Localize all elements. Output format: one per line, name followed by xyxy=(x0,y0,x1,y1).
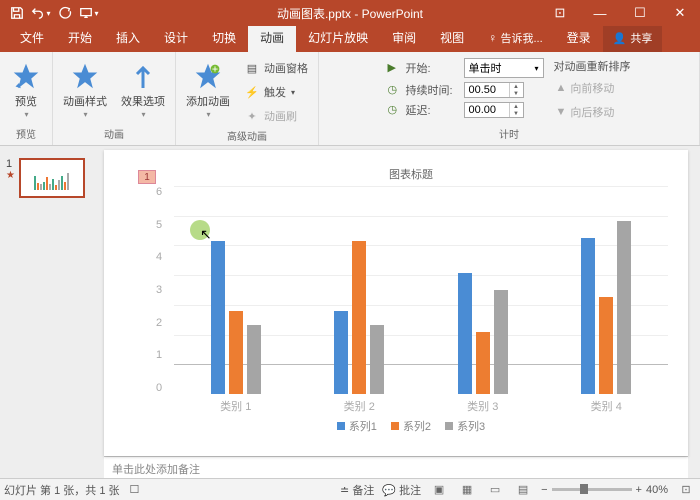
quick-access-toolbar: ▾ ▾ xyxy=(0,2,106,24)
group-label-timing: 计时 xyxy=(499,124,519,143)
y-axis: 0123456 xyxy=(156,186,162,394)
pane-icon: ▤ xyxy=(244,60,260,76)
group-animation: 动画样式▾ 效果选项▾ 动画 xyxy=(53,52,176,145)
x-axis: 类别 1类别 2类别 3类别 4 xyxy=(174,394,668,414)
save-button[interactable] xyxy=(6,2,28,24)
undo-button[interactable]: ▾ xyxy=(30,2,52,24)
slideshow-button[interactable]: ▾ xyxy=(78,2,100,24)
clock-icon: ◷ xyxy=(388,83,402,97)
minimize-button[interactable]: ― xyxy=(580,0,620,26)
slide-thumbnail-1[interactable] xyxy=(19,158,85,198)
tab-view[interactable]: 视图 xyxy=(428,24,476,52)
notes-button[interactable]: ≐ 备注 xyxy=(340,482,374,498)
chart[interactable]: 图表标题 0123456 类别 1类别 2类别 3类别 4 系列1系列2系列3 xyxy=(154,162,668,438)
reading-view-button[interactable]: ▭ xyxy=(485,482,505,498)
close-button[interactable]: ✕ xyxy=(660,0,700,26)
group-timing: ▶ 开始:单击时▾ ◷ 持续时间:00.50▲▼ ◷ 延迟:00.00▲▼ 对动画重新… xyxy=(319,52,700,145)
delay-input[interactable]: 00.00▲▼ xyxy=(464,102,524,118)
chart-bars xyxy=(174,186,668,394)
duration-label: 持续时间: xyxy=(406,82,460,98)
trigger-icon: ⚡ xyxy=(244,84,260,100)
down-icon: ▼ xyxy=(556,106,567,118)
chart-plot: 0123456 类别 1类别 2类别 3类别 4 xyxy=(174,186,668,414)
zoom-control[interactable]: −+40% xyxy=(541,484,668,496)
sorter-view-button[interactable]: ▦ xyxy=(457,482,477,498)
tab-review[interactable]: 审阅 xyxy=(380,24,428,52)
reorder-heading: 对动画重新排序 xyxy=(554,58,631,74)
start-label: 开始: xyxy=(406,60,460,76)
animation-painter-button[interactable]: ✦动画刷 xyxy=(242,106,310,126)
fit-button[interactable]: ⊡ xyxy=(676,482,696,498)
tab-transitions[interactable]: 切换 xyxy=(200,24,248,52)
tab-design[interactable]: 设计 xyxy=(152,24,200,52)
tab-home[interactable]: 开始 xyxy=(56,24,104,52)
ribbon: 预览▾ 预览 动画样式▾ 效果选项▾ 动画 添加动画▾ ▤动画窗格 ⚡触发▾ ✦… xyxy=(0,52,700,146)
tab-animations[interactable]: 动画 xyxy=(248,24,296,52)
animation-indicator-icon: ★ xyxy=(6,170,15,181)
group-label-adv-animation: 高级动画 xyxy=(227,126,267,145)
person-icon: 👤 xyxy=(613,32,627,45)
ribbon-tabs: 文件 开始 插入 设计 切换 动画 幻灯片放映 审阅 视图 ♀ 告诉我... 登… xyxy=(0,26,700,52)
window-controls: ⊡ ― ☐ ✕ xyxy=(540,0,700,26)
move-later-button[interactable]: ▼向后移动 xyxy=(554,102,631,122)
content-area: 1★ 1 图表标题 0123456 类别 1类别 2类别 3类别 4 系列1系列… xyxy=(0,146,700,478)
tab-file[interactable]: 文件 xyxy=(8,24,56,52)
group-label-animation: 动画 xyxy=(104,124,124,143)
painter-icon: ✦ xyxy=(244,108,260,124)
status-bar: 幻灯片 第 1 张，共 1 张 ☐ ≐ 备注 💬 批注 ▣ ▦ ▭ ▤ −+40… xyxy=(0,478,700,500)
animation-styles-button[interactable]: 动画样式▾ xyxy=(61,56,109,121)
trigger-button[interactable]: ⚡触发▾ xyxy=(242,82,310,102)
normal-view-button[interactable]: ▣ xyxy=(429,482,449,498)
clock-icon: ◷ xyxy=(388,103,402,117)
slide-canvas[interactable]: 1 图表标题 0123456 类别 1类别 2类别 3类别 4 系列1系列2系列… xyxy=(104,150,688,456)
chart-legend: 系列1系列2系列3 xyxy=(154,414,668,438)
sign-in[interactable]: 登录 xyxy=(555,24,603,52)
notes-pane[interactable]: 单击此处添加备注 xyxy=(104,456,688,478)
cursor-icon: ↖ xyxy=(200,226,212,243)
move-earlier-button[interactable]: ▲向前移动 xyxy=(554,78,631,98)
delay-label: 延迟: xyxy=(406,102,460,118)
chart-title: 图表标题 xyxy=(154,162,668,186)
tab-slideshow[interactable]: 幻灯片放映 xyxy=(296,24,380,52)
group-label-preview: 预览 xyxy=(16,124,36,143)
comments-button[interactable]: 💬 批注 xyxy=(382,482,421,498)
preview-button[interactable]: 预览▾ xyxy=(8,56,44,121)
thumb-number: 1 xyxy=(6,158,15,170)
language-icon[interactable]: ☐ xyxy=(130,483,140,496)
slide-thumbnails: 1★ xyxy=(0,146,100,478)
tell-me[interactable]: ♀ 告诉我... xyxy=(476,25,555,52)
up-icon: ▲ xyxy=(556,82,567,94)
title-bar: ▾ ▾ 动画图表.pptx - PowerPoint ⊡ ― ☐ ✕ xyxy=(0,0,700,26)
share-button[interactable]: 👤共享 xyxy=(603,25,663,52)
redo-button[interactable] xyxy=(54,2,76,24)
start-select[interactable]: 单击时▾ xyxy=(464,58,544,78)
maximize-button[interactable]: ☐ xyxy=(620,0,660,26)
slideshow-view-button[interactable]: ▤ xyxy=(513,482,533,498)
slide-editor: 1 图表标题 0123456 类别 1类别 2类别 3类别 4 系列1系列2系列… xyxy=(100,146,700,478)
duration-input[interactable]: 00.50▲▼ xyxy=(464,82,524,98)
slide-counter: 幻灯片 第 1 张，共 1 张 xyxy=(4,482,120,498)
group-preview: 预览▾ 预览 xyxy=(0,52,53,145)
animation-pane-button[interactable]: ▤动画窗格 xyxy=(242,58,310,78)
effect-options-button[interactable]: 效果选项▾ xyxy=(119,56,167,121)
play-icon: ▶ xyxy=(388,61,402,75)
ribbon-options-icon[interactable]: ⊡ xyxy=(540,0,580,26)
tab-insert[interactable]: 插入 xyxy=(104,24,152,52)
group-advanced-animation: 添加动画▾ ▤动画窗格 ⚡触发▾ ✦动画刷 高级动画 xyxy=(176,52,319,145)
add-animation-button[interactable]: 添加动画▾ xyxy=(184,56,232,121)
